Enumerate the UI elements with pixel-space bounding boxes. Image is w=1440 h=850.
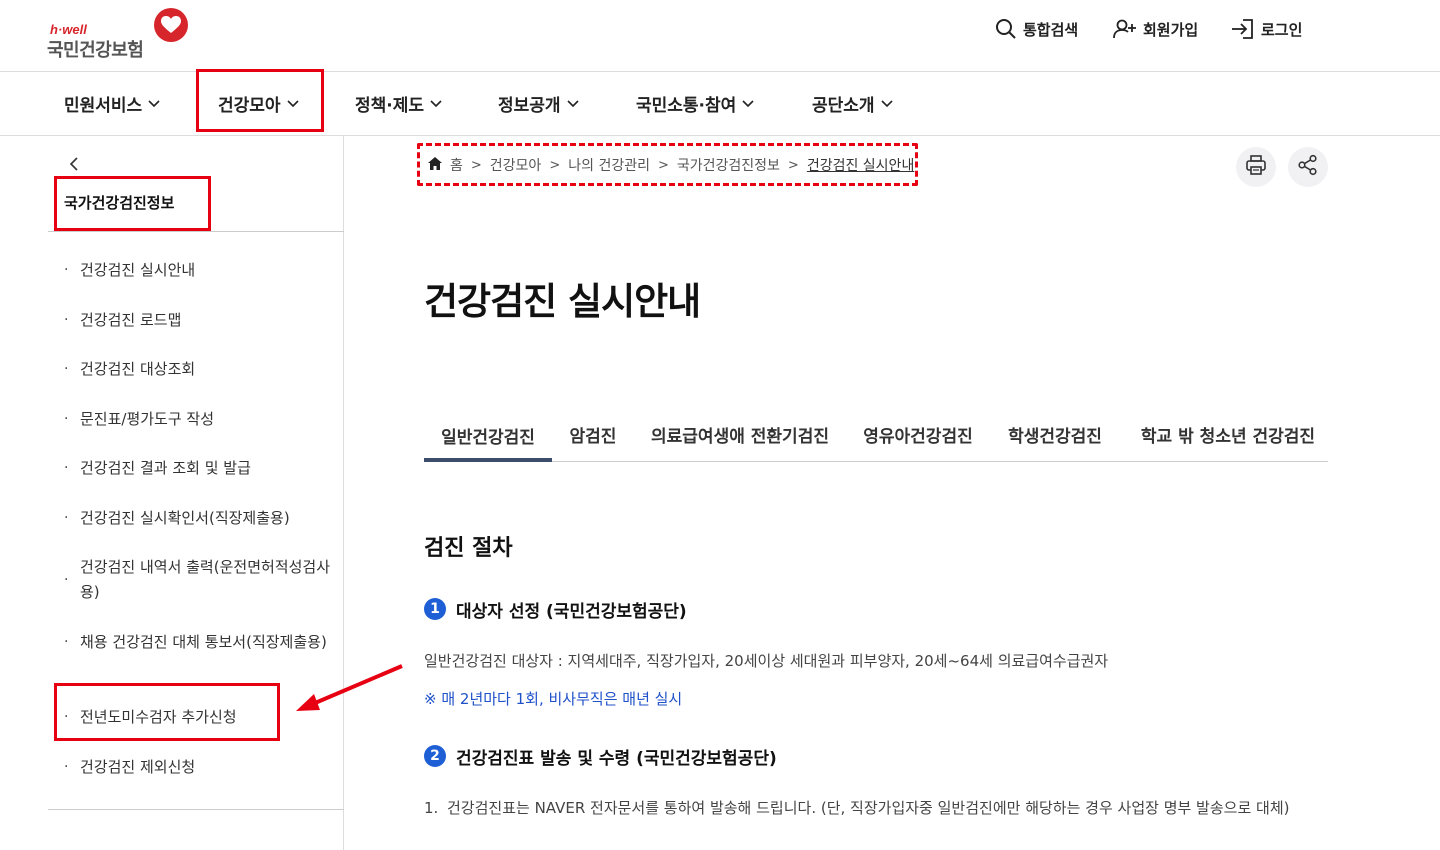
sidebar-item-eligibility[interactable]: · 건강검진 대상조회 [64,357,336,382]
tab-out-of-school-youth-checkup[interactable]: 학교 밖 청소년 건강검진 [1130,408,1326,461]
bullet: · [64,510,69,526]
checkup-tabs: 일반건강검진 암검진 의료급여생애 전환기검진 영유아건강검진 학생건강검진 학… [424,408,1328,462]
bullet: · [64,312,69,328]
chevron-down-icon [566,93,579,113]
step-1-description: 일반건강검진 대상자 : 지역세대주, 직장가입자, 20세이상 세대원과 피부… [424,652,1109,670]
bullet: · [64,634,69,650]
sidebar-item-label: 건강검진 결과 조회 및 발급 [80,459,251,477]
sidebar-item-label: 건강검진 내역서 출력(운전면허적성검사용) [80,558,330,601]
sidebar-item-employment-notice[interactable]: · 채용 건강검진 대체 통보서(직장제출용) [64,630,336,655]
gnb-label: 정책·제도 [355,95,425,116]
sidebar-item-label: 채용 건강검진 대체 통보서(직장제출용) [80,633,327,651]
step-number-badge: 1 [424,598,446,620]
search-label: 통합검색 [1023,20,1079,39]
sidebar-item-label: 건강검진 실시안내 [80,261,196,279]
share-button[interactable] [1288,147,1328,187]
sidebar-item-label: 건강검진 실시확인서(직장제출용) [80,509,290,527]
step-2: 2 건강검진표 발송 및 수령 (국민건강보험공단) [424,743,777,769]
share-icon [1297,154,1319,180]
chevron-down-icon [148,93,160,113]
search-link[interactable]: 통합검색 [995,17,1078,41]
sidebar-item-results[interactable]: · 건강검진 결과 조회 및 발급 [64,456,336,481]
logo-tagline: h·well [50,22,87,37]
gnb-label: 공단소개 [812,95,875,116]
search-icon [995,18,1017,40]
gnb-item-about[interactable]: 공단소개 [812,72,893,134]
highlight-box-breadcrumb [417,143,918,186]
gnb-label: 민원서비스 [64,95,143,116]
sidebar-item-exclusion[interactable]: · 건강검진 제외신청 [64,755,336,780]
bullet: · [64,571,69,588]
sidebar-item-confirmation[interactable]: · 건강검진 실시확인서(직장제출용) [64,506,336,531]
sidebar-divider-top [48,231,344,232]
gnb-label: 정보공개 [498,95,561,116]
site-header: h·well 국민건강보험 통합검색 회원가입 로그인 [0,0,1440,72]
list-text: 건강검진표는 NAVER 전자문서를 통하여 발송해 드립니다. (단, 직장가… [447,799,1290,817]
bullet: · [64,411,69,427]
sidebar-divider-bottom [48,809,344,810]
sidebar-item-roadmap[interactable]: · 건강검진 로드맵 [64,308,336,333]
sidebar-item-label: 건강검진 대상조회 [80,360,196,378]
highlight-box-sidebar-title [54,176,211,231]
bullet: · [64,759,69,775]
login-link[interactable]: 로그인 [1231,17,1302,41]
step-title: 대상자 선정 (국민건강보험공단) [456,601,687,622]
section-title: 검진 절차 [424,536,513,561]
gnb-item-civil-service[interactable]: 민원서비스 [64,72,160,134]
back-icon[interactable] [68,156,80,177]
sidebar-item-label: 건강검진 제외신청 [80,758,196,776]
signup-link[interactable]: 회원가입 [1113,17,1198,41]
add-user-icon [1113,18,1137,40]
step-1: 1 대상자 선정 (국민건강보험공단) [424,596,687,622]
chevron-down-icon [742,93,754,113]
step-title: 건강검진표 발송 및 수령 (국민건강보험공단) [456,748,777,769]
sidebar-item-label: 건강검진 로드맵 [80,311,182,329]
gnb-item-policy[interactable]: 정책·제도 [355,72,442,134]
bullet: · [64,361,69,377]
tab-infant-checkup[interactable]: 영유아건강검진 [856,408,980,461]
login-label: 로그인 [1261,20,1303,39]
tab-cancer-checkup[interactable]: 암검진 [554,408,632,461]
step-1-note: ※ 매 2년마다 1회, 비사무직은 매년 실시 [424,690,683,708]
chevron-down-icon [430,93,442,113]
bullet: · [64,262,69,278]
page-title: 건강검진 실시안내 [424,280,701,323]
signup-label: 회원가입 [1143,20,1199,39]
gnb-label: 국민소통·참여 [636,95,737,116]
print-button[interactable] [1236,147,1276,187]
list-item: 1. 건강검진표는 NAVER 전자문서를 통하여 발송해 드립니다. (단, … [424,796,1328,821]
gnb-item-participation[interactable]: 국민소통·참여 [636,72,754,134]
site-logo[interactable]: h·well 국민건강보험 [47,8,197,61]
printer-icon [1245,154,1267,180]
sidebar-item-label: 문진표/평가도구 작성 [80,410,215,428]
login-icon [1231,18,1255,40]
sidebar-item-questionnaire[interactable]: · 문진표/평가도구 작성 [64,407,336,432]
highlight-box-sidebar-item [54,683,280,741]
annotation-arrow-icon [296,664,403,711]
tab-life-transition-checkup[interactable]: 의료급여생애 전환기검진 [642,408,838,461]
tab-student-checkup[interactable]: 학생건강검진 [1000,408,1110,461]
highlight-box-gnb [196,69,324,132]
bullet: · [64,460,69,476]
sidebar-item-statement[interactable]: · 건강검진 내역서 출력(운전면허적성검사용) [64,555,336,605]
tab-general-checkup[interactable]: 일반건강검진 [424,408,552,462]
sidebar: 국가건강검진정보 · 건강검진 실시안내 · 건강검진 로드맵 · 건강검진 대상조회… [48,136,344,850]
logo-text: 국민건강보험 [47,40,144,61]
step-number-badge: 2 [424,745,446,767]
chevron-down-icon [880,93,893,113]
sidebar-item-checkup-guide[interactable]: · 건강검진 실시안내 [64,258,336,283]
list-number: 1. [424,799,439,817]
gnb-item-disclosure[interactable]: 정보공개 [498,72,579,134]
heart-icon [154,8,188,42]
